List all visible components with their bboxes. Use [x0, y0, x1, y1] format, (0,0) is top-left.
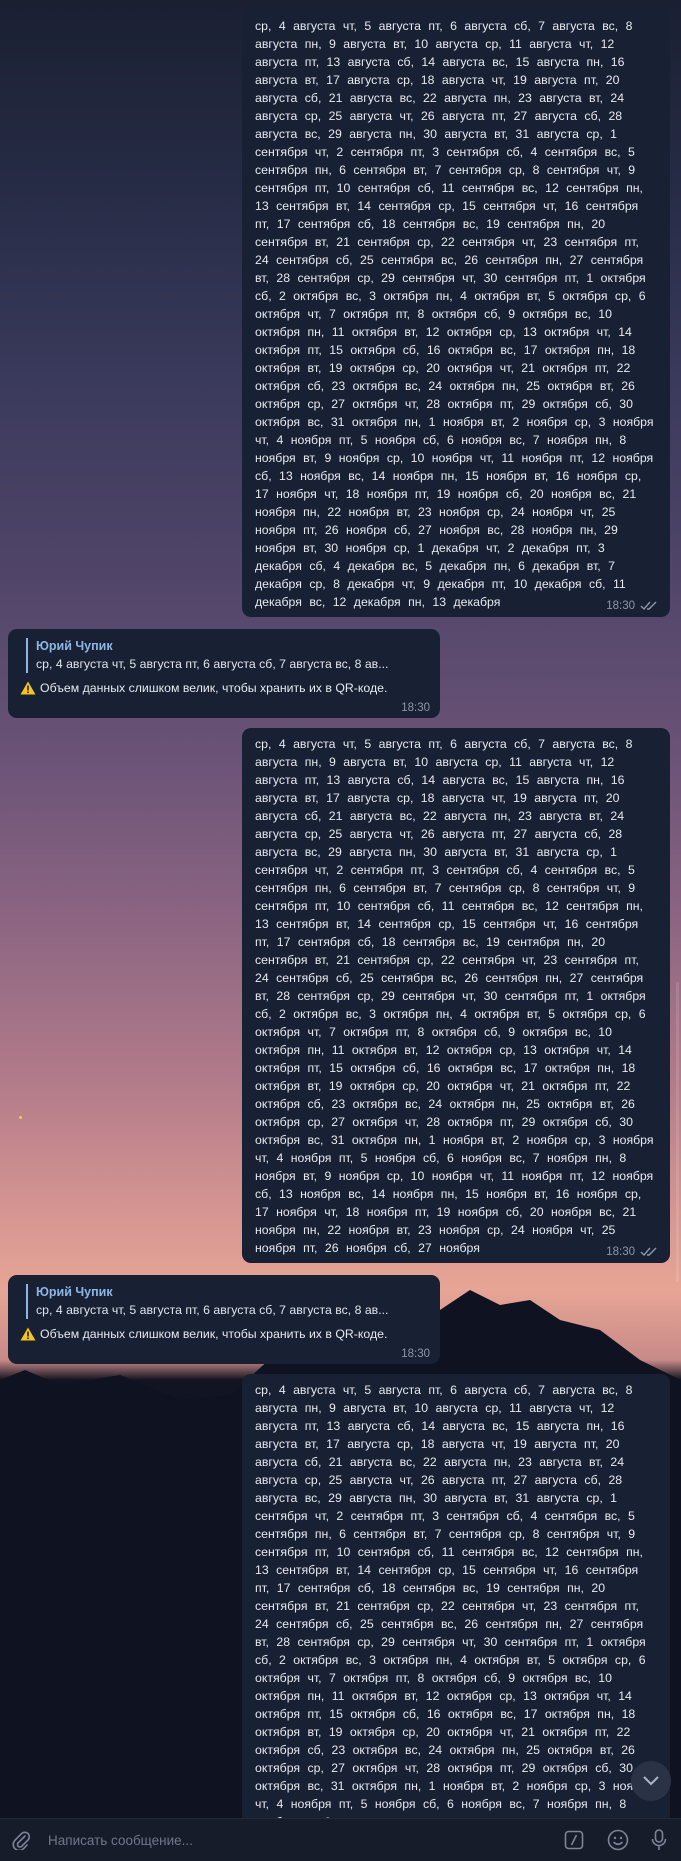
message-meta: 18:30 [401, 1348, 430, 1360]
microphone-icon[interactable] [651, 1829, 667, 1851]
incoming-message[interactable]: Юрий Чупик ср, 4 августа чт, 5 августа п… [8, 1275, 440, 1364]
message-text: Объем данных слишком велик, чтобы хранит… [40, 1327, 388, 1341]
bot-commands-icon[interactable] [564, 1830, 584, 1850]
attach-icon[interactable] [12, 1830, 30, 1850]
reply-author: Юрий Чупик [36, 1285, 113, 1299]
message-time: 18:30 [606, 1246, 635, 1258]
read-checkmarks-icon [640, 1247, 657, 1257]
message-text: Объем данных слишком велик, чтобы хранит… [40, 681, 388, 695]
reply-author: Юрий Чупик [36, 639, 113, 653]
reply-text: ср, 4 августа чт, 5 августа пт, 6 август… [36, 1303, 389, 1317]
read-checkmarks-icon [640, 601, 657, 611]
message-time: 18:30 [401, 702, 430, 714]
message-text: ср, 4 августа чт, 5 августа пт, 6 август… [255, 737, 654, 1255]
message-meta: 18:30 [606, 600, 658, 612]
chevron-down-icon [643, 1776, 659, 1786]
reply-quote[interactable]: Юрий Чупик ср, 4 августа чт, 5 августа п… [26, 1284, 428, 1319]
message-input[interactable]: Написать сообщение... [48, 1833, 193, 1848]
message-meta: 18:30 [606, 1246, 658, 1258]
message-text: ср, 4 августа чт, 5 августа пт, 6 август… [255, 1383, 654, 1829]
message-text: ср, 4 августа чт, 5 августа пт, 6 август… [255, 19, 654, 609]
message-composer: Написать сообщение... [0, 1818, 681, 1861]
scroll-to-bottom-button[interactable] [631, 1761, 671, 1801]
warning-icon [20, 681, 36, 695]
message-meta: 18:30 [401, 702, 430, 714]
message-text-row: Объем данных слишком велик, чтобы хранит… [20, 679, 428, 697]
reply-quote[interactable]: Юрий Чупик ср, 4 августа чт, 5 августа п… [26, 638, 428, 673]
outgoing-message[interactable]: ср, 4 августа чт, 5 августа пт, 6 август… [242, 1374, 670, 1844]
outgoing-message[interactable]: ср, 4 августа чт, 5 августа пт, 6 август… [242, 10, 670, 617]
message-text-row: Объем данных слишком велик, чтобы хранит… [20, 1325, 428, 1343]
incoming-message[interactable]: Юрий Чупик ср, 4 августа чт, 5 августа п… [8, 629, 440, 718]
outgoing-message[interactable]: ср, 4 августа чт, 5 августа пт, 6 август… [242, 728, 670, 1263]
reply-text: ср, 4 августа чт, 5 августа пт, 6 август… [36, 657, 389, 671]
warning-icon [20, 1327, 36, 1341]
message-time: 18:30 [401, 1348, 430, 1360]
emoji-icon[interactable] [607, 1829, 629, 1851]
scrollbar[interactable] [676, 982, 679, 1282]
message-time: 18:30 [606, 600, 635, 612]
star-dot [19, 1116, 22, 1119]
